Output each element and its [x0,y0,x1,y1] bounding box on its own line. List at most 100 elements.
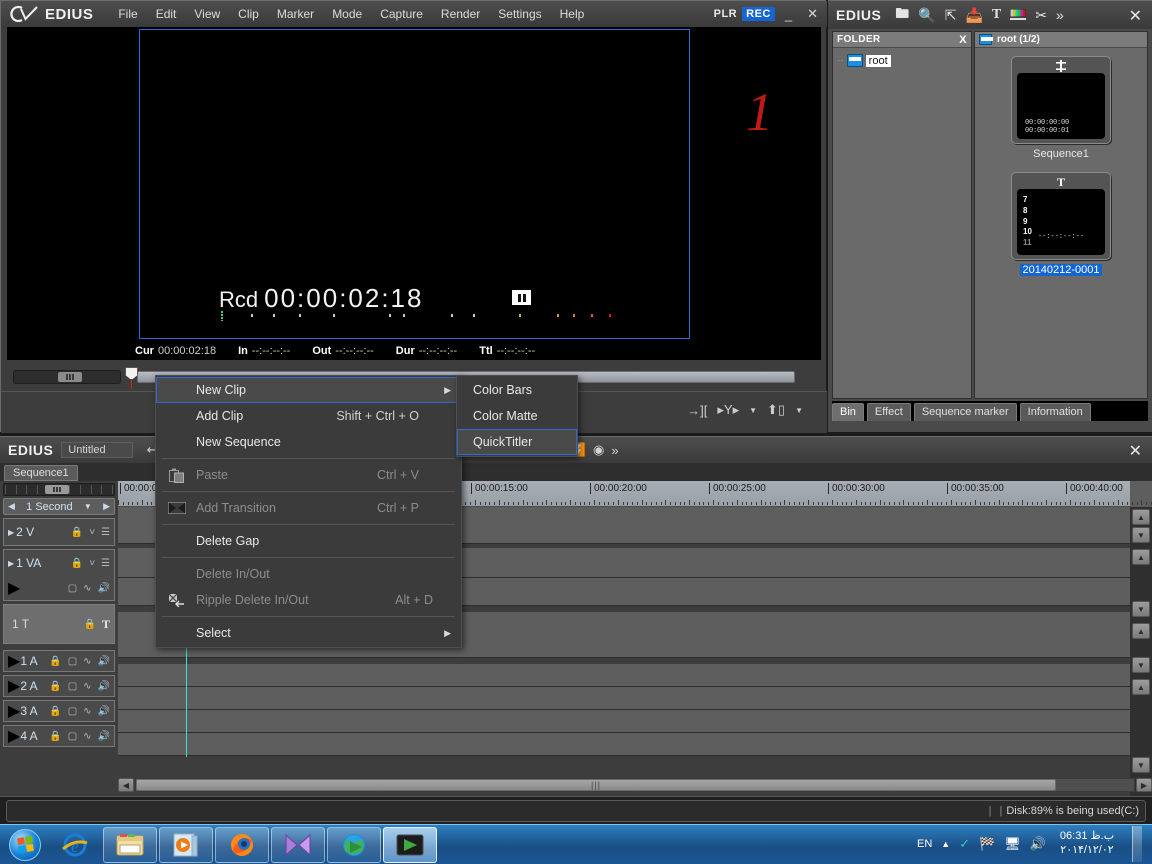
player-mode-plr[interactable]: PLR [714,8,738,20]
scroll-down-2[interactable]: ▼ [1132,601,1150,617]
timeline-zoom-slider[interactable] [3,483,115,496]
minimize-button[interactable]: _ [780,7,797,22]
menu-item-select[interactable]: Select ▶ [156,620,461,646]
scroll-up-2[interactable]: ▲ [1132,549,1150,565]
timeline-context-menu[interactable]: New Clip ▶ Add Clip Shift + Ctrl + O New… [155,375,462,648]
expand-arrow-icon-5[interactable]: ▶ [8,676,20,696]
tab-information[interactable]: Information [1019,403,1091,421]
scroll-down-4[interactable]: ▼ [1132,757,1150,773]
track-lane-a4[interactable] [118,733,1130,756]
volume-icon[interactable]: 🔊 [1030,836,1046,852]
menu-item-new-clip[interactable]: New Clip ▶ [156,377,461,403]
expand-arrow-icon[interactable]: ▶ [8,528,14,537]
scroll-up-1[interactable]: ▲ [1132,509,1150,525]
search-icon[interactable]: 🔍 [918,7,935,24]
folder-icon[interactable]: 🖿 [895,3,909,27]
scroll-down-3[interactable]: ▼ [1132,657,1150,673]
speaker-icon-3[interactable]: 🔊 [98,681,110,692]
lock-icon-4[interactable]: 🔒 [49,656,61,667]
track-lane-a3[interactable] [118,710,1130,733]
clip-name-label[interactable]: Sequence1 [1033,148,1089,160]
track-header-2v[interactable]: ▶ 2 V 🔒 ˅ ☰ [3,518,115,546]
tab-sequence-marker[interactable]: Sequence marker [913,403,1017,421]
audio-lock-icon-3[interactable]: ▢ [68,681,77,692]
cut-icon[interactable]: ✂ [1035,7,1047,24]
shuttle-knob[interactable] [58,372,82,382]
menu-render[interactable]: Render [432,3,489,25]
expand-arrow-icon-6[interactable]: ▶ [8,701,20,721]
chevron-down-icon[interactable]: ▼ [749,406,757,415]
track-header-2a[interactable]: ▶ 2 A 🔒 ▢ ∿ 🔊 [3,675,115,697]
close-button[interactable]: ✕ [802,6,823,22]
submenu-item-color-bars[interactable]: Color Bars [457,377,577,403]
expand-arrow-icon-2[interactable]: ▶ [8,559,14,568]
waveform-icon-5[interactable]: ∿ [83,731,91,742]
player-video-area[interactable]: 1 Rcd 00:00:02:18 [7,27,821,360]
menu-view[interactable]: View [185,3,229,25]
clip-name-label-2[interactable]: 20140212-0001 [1020,264,1102,276]
zoom-scale-selector[interactable]: ◀ 1 Second ▼ ▶ [3,498,115,515]
start-button[interactable] [2,827,48,863]
bin-clip-title[interactable]: T 7 8 9 10 11 --:--:--:-- 20140212-0001 [1011,172,1111,278]
bin-clip-sequence1[interactable]: 00:00:00:00 00:00:00:01 Sequence1 [1011,56,1111,162]
speaker-icon-2[interactable]: 🔊 [98,656,110,667]
eye-icon-2[interactable]: ˅ [89,558,95,569]
player-mode-rec[interactable]: REC [742,7,775,21]
menu-item-add-clip[interactable]: Add Clip Shift + Ctrl + O [156,403,461,429]
waveform-icon[interactable]: ∿ [83,583,91,594]
waveform-icon-3[interactable]: ∿ [83,681,91,692]
menu-item-new-sequence[interactable]: New Sequence [156,429,461,455]
language-indicator[interactable]: EN [917,838,932,850]
speaker-icon-4[interactable]: 🔊 [98,706,110,717]
taskbar-movie-maker[interactable] [271,826,325,863]
color-correction-icon[interactable]: ◉ [593,442,604,458]
title-icon[interactable]: T [992,7,1001,23]
track-header-4a[interactable]: ▶ 4 A 🔒 ▢ ∿ 🔊 [3,725,115,747]
tab-sequence1[interactable]: Sequence1 [4,465,78,481]
more-tools-icon[interactable]: » [611,443,618,458]
tab-effect[interactable]: Effect [866,403,911,421]
audio-lock-icon-2[interactable]: ▢ [68,656,77,667]
show-hidden-icons[interactable]: ▲ [941,839,950,849]
speaker-icon[interactable]: 🔊 [98,583,110,594]
expand-arrow-icon-4[interactable]: ▶ [8,651,20,671]
track-header-1a[interactable]: ▶ 1 A 🔒 ▢ ∿ 🔊 [3,650,115,672]
menu-help[interactable]: Help [551,3,594,25]
set-out-icon[interactable]: ▸Y▸ [717,402,739,418]
menu-item-delete-gap[interactable]: Delete Gap [156,528,461,554]
track-header-1t[interactable]: 1 T 🔒 T [3,604,115,644]
add-clip-icon[interactable]: 📥 [965,7,982,24]
up-folder-icon[interactable]: ⇱ [945,7,957,24]
menu-marker[interactable]: Marker [268,3,323,25]
track-header-3a[interactable]: ▶ 3 A 🔒 ▢ ∿ 🔊 [3,700,115,722]
menu-settings[interactable]: Settings [489,3,550,25]
track-header-1va[interactable]: ▶ 1 VA 🔒 ˅ ☰ ▶ ▢ ∿ 🔊 [3,549,115,601]
speaker-icon-5[interactable]: 🔊 [98,731,110,742]
hscroll-track[interactable]: ||| [135,778,1135,792]
taskbar-download-manager[interactable] [327,826,381,863]
mute-video-icon[interactable]: ☰ [101,527,110,538]
add-to-timeline-icon[interactable]: ⬆▯ [767,402,785,418]
scroll-right-button[interactable]: ▶ [1136,778,1152,792]
chevron-down-icon-2[interactable]: ▼ [795,406,803,415]
zoom-next-icon[interactable]: ▶ [103,501,110,512]
lock-icon-2[interactable]: 🔒 [71,558,83,569]
folder-panel-close-icon[interactable]: X [959,34,967,46]
mute-video-icon-2[interactable]: ☰ [101,558,110,569]
lock-icon[interactable]: 🔒 [71,527,83,538]
bin-close-button[interactable]: ✕ [1129,6,1142,26]
submenu-item-quicktitler[interactable]: QuickTitler [457,429,577,455]
timeline-horizontal-scrollbar[interactable]: ◀ ||| ▶ [118,777,1152,793]
audio-lock-icon-5[interactable]: ▢ [68,731,77,742]
folder-root-label[interactable]: root [865,54,891,67]
new-clip-submenu[interactable]: Color Bars Color Matte QuickTitler [456,375,578,457]
zoom-slider-knob[interactable] [45,485,69,494]
chevron-down-icon[interactable]: ▼ [84,502,92,511]
eye-icon[interactable]: ˅ [89,527,95,538]
timeline-close-button[interactable]: ✕ [1129,441,1142,461]
lock-icon-3[interactable]: 🔒 [84,619,96,630]
clip-thumbnail-2[interactable]: T 7 8 9 10 11 --:--:--:-- [1011,172,1111,260]
zoom-prev-icon[interactable]: ◀ [8,501,15,512]
lock-icon-7[interactable]: 🔒 [49,731,61,742]
more-icon[interactable]: » [1056,7,1064,23]
